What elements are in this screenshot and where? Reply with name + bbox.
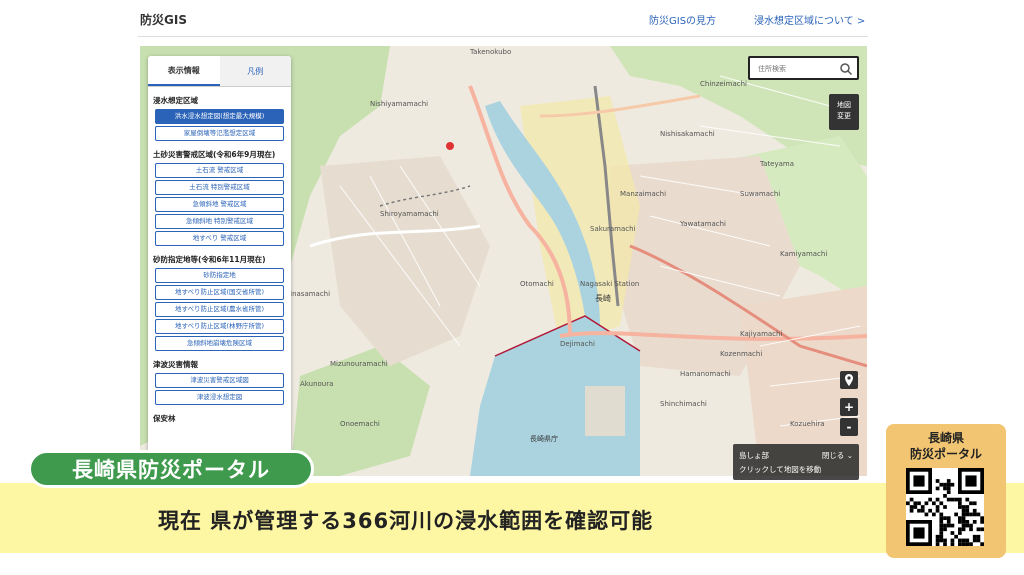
- section-title-erosion: 砂防指定地等(令和6年11月現在): [153, 255, 266, 264]
- islands-close-label: 閉じる: [821, 451, 845, 460]
- tab-display-info[interactable]: 表示情報: [148, 56, 220, 86]
- layer-button-tsunami-inundation[interactable]: 津波浸水想定図: [155, 390, 284, 405]
- qr-card: 長崎県 防災ポータル: [886, 424, 1006, 558]
- map-label: Nishiyamamachi: [370, 100, 428, 108]
- map-label: Sakuramachi: [590, 225, 636, 233]
- map-label: Tateyama: [759, 160, 794, 168]
- layer-button-erosion-control[interactable]: 砂防指定地: [155, 268, 284, 283]
- layer-button-landslip-maff[interactable]: 地すべり防止区域(農水省所管): [155, 302, 284, 317]
- map-label: Kozenmachi: [720, 350, 762, 358]
- islands-close-button[interactable]: 閉じる ⌄: [822, 450, 853, 461]
- portal-title-tag: 長崎県防災ポータル: [28, 450, 314, 488]
- location-pin-icon[interactable]: [840, 371, 858, 389]
- map-label: Takenokubo: [469, 48, 511, 56]
- hospital-marker-icon[interactable]: [446, 142, 454, 150]
- layer-button-steep-slope-hazard[interactable]: 急傾斜地崩壊危険区域: [155, 336, 284, 351]
- map-label: Chinzeimachi: [700, 80, 747, 88]
- map-label: Shinchimachi: [660, 400, 707, 408]
- layer-button-slope-special[interactable]: 急傾斜地 特別警戒区域: [155, 214, 284, 229]
- header-divider: [138, 36, 868, 37]
- flood-info-link[interactable]: 浸水想定区域について >: [754, 12, 865, 27]
- map-label: Yawatamachi: [679, 220, 726, 228]
- map-label: Kamiyamachi: [780, 250, 827, 258]
- layer-button-landslip-warning[interactable]: 地すべり 警戒区域: [155, 231, 284, 246]
- qr-title-line-2: 防災ポータル: [909, 447, 982, 461]
- layer-button-debris-warning[interactable]: 土石流 警戒区域: [155, 163, 284, 178]
- guide-link[interactable]: 防災GISの見方: [649, 12, 716, 27]
- panel-tabs: 表示情報 凡例: [148, 56, 291, 87]
- map-change-label-2: 変更: [837, 112, 851, 120]
- zoom-out-button[interactable]: -: [840, 418, 858, 436]
- map-label: 長崎県庁: [530, 434, 558, 443]
- map-label: 長崎: [595, 293, 611, 303]
- map-label: Mizunouramachi: [330, 360, 388, 368]
- map-label: Inasamachi: [290, 290, 330, 298]
- map-label: Kajiyamachi: [740, 330, 782, 338]
- qr-code-icon[interactable]: [906, 468, 984, 546]
- section-title-flood: 浸水想定区域: [153, 96, 198, 105]
- map-label: Otomachi: [520, 280, 554, 288]
- map-label: Akunoura: [300, 380, 333, 388]
- qr-title-line-1: 長崎県: [927, 431, 964, 445]
- map-label: Dejimachi: [560, 340, 595, 348]
- layer-button-flood-max[interactable]: 洪水浸水想定図(想定最大規模): [155, 109, 284, 124]
- section-title-tsunami: 津波災害情報: [153, 360, 198, 369]
- layer-button-slope-warning[interactable]: 急傾斜地 警戒区域: [155, 197, 284, 212]
- map-label: Shiroyamamachi: [380, 210, 439, 218]
- map-change-button[interactable]: 地図 変更: [829, 94, 859, 130]
- address-search-input[interactable]: [756, 61, 840, 77]
- site-brand[interactable]: 防災GIS: [140, 11, 187, 28]
- chevron-down-icon: ⌄: [846, 451, 853, 460]
- top-bar: 防災GIS 防災GISの見方 浸水想定区域について >: [0, 0, 1024, 40]
- map-label: Nagasaki Station: [580, 280, 639, 288]
- address-search: [748, 56, 859, 80]
- islands-popup[interactable]: 島しょ部 閉じる ⌄ クリックして地図を移動: [733, 444, 859, 480]
- map-label: Nishisakamachi: [660, 130, 715, 138]
- map-label: Hamanomachi: [680, 370, 731, 378]
- pier: [585, 386, 625, 436]
- islands-hint: クリックして地図を移動: [739, 465, 822, 474]
- map-label: Suwamachi: [740, 190, 780, 198]
- search-icon[interactable]: [839, 61, 853, 76]
- layer-button-landslip-forestry[interactable]: 地すべり防止区域(林野庁所管): [155, 319, 284, 334]
- layer-button-debris-special[interactable]: 土石流 特別警戒区域: [155, 180, 284, 195]
- section-title-forest: 保安林: [153, 414, 176, 423]
- layer-panel: 表示情報 凡例 浸水想定区域 洪水浸水想定図(想定最大規模) 家屋倒壊等氾濫想定…: [148, 56, 291, 456]
- layer-button-house-collapse[interactable]: 家屋倒壊等氾濫想定区域: [155, 126, 284, 141]
- map-label: Manzaimachi: [620, 190, 666, 198]
- layer-button-tsunami-warning[interactable]: 津波災害警戒区域図: [155, 373, 284, 388]
- map-change-label-1: 地図: [837, 101, 851, 109]
- islands-label: 島しょ部: [739, 451, 769, 460]
- map-label: Kozuehira: [790, 420, 825, 428]
- map-label: Onoemachi: [340, 420, 380, 428]
- tab-legend[interactable]: 凡例: [219, 56, 291, 86]
- qr-title: 長崎県 防災ポータル: [886, 430, 1006, 462]
- layer-button-landslip-mlit[interactable]: 地すべり防止区域(国交省所管): [155, 285, 284, 300]
- caption-text: 現在 県が管理する366河川の浸水範囲を確認可能: [158, 509, 654, 533]
- section-title-landslide: 土砂災害警戒区域(令和6年9月現在): [153, 150, 276, 159]
- zoom-in-button[interactable]: +: [840, 398, 858, 416]
- caption-band: 現在 県が管理する366河川の浸水範囲を確認可能: [0, 483, 1024, 553]
